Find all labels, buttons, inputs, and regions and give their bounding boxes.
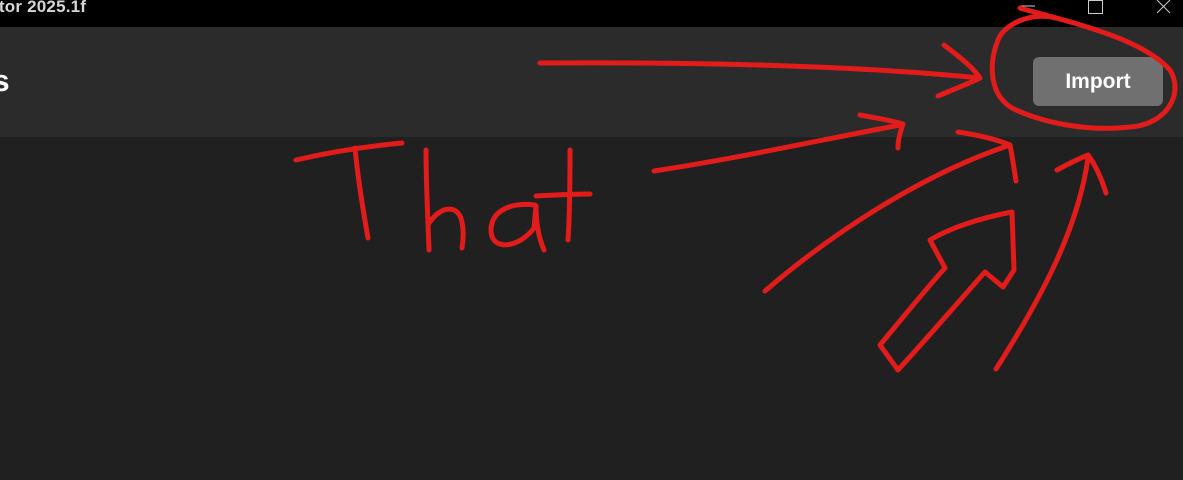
- minimize-button[interactable]: [1004, 0, 1050, 18]
- content-area: [0, 137, 1183, 480]
- page-header: ts Import: [0, 27, 1183, 137]
- maximize-icon: [1088, 0, 1103, 14]
- minimize-icon: [1020, 5, 1035, 7]
- close-button[interactable]: [1140, 0, 1183, 18]
- page-title: ts: [0, 63, 10, 98]
- window-title: itor 2025.1f: [0, 0, 87, 16]
- maximize-button[interactable]: [1072, 0, 1118, 18]
- close-icon: [1156, 0, 1171, 14]
- app-window: itor 2025.1f ts Import: [0, 0, 1183, 480]
- title-bar: itor 2025.1f: [0, 0, 1183, 27]
- import-button[interactable]: Import: [1033, 57, 1163, 106]
